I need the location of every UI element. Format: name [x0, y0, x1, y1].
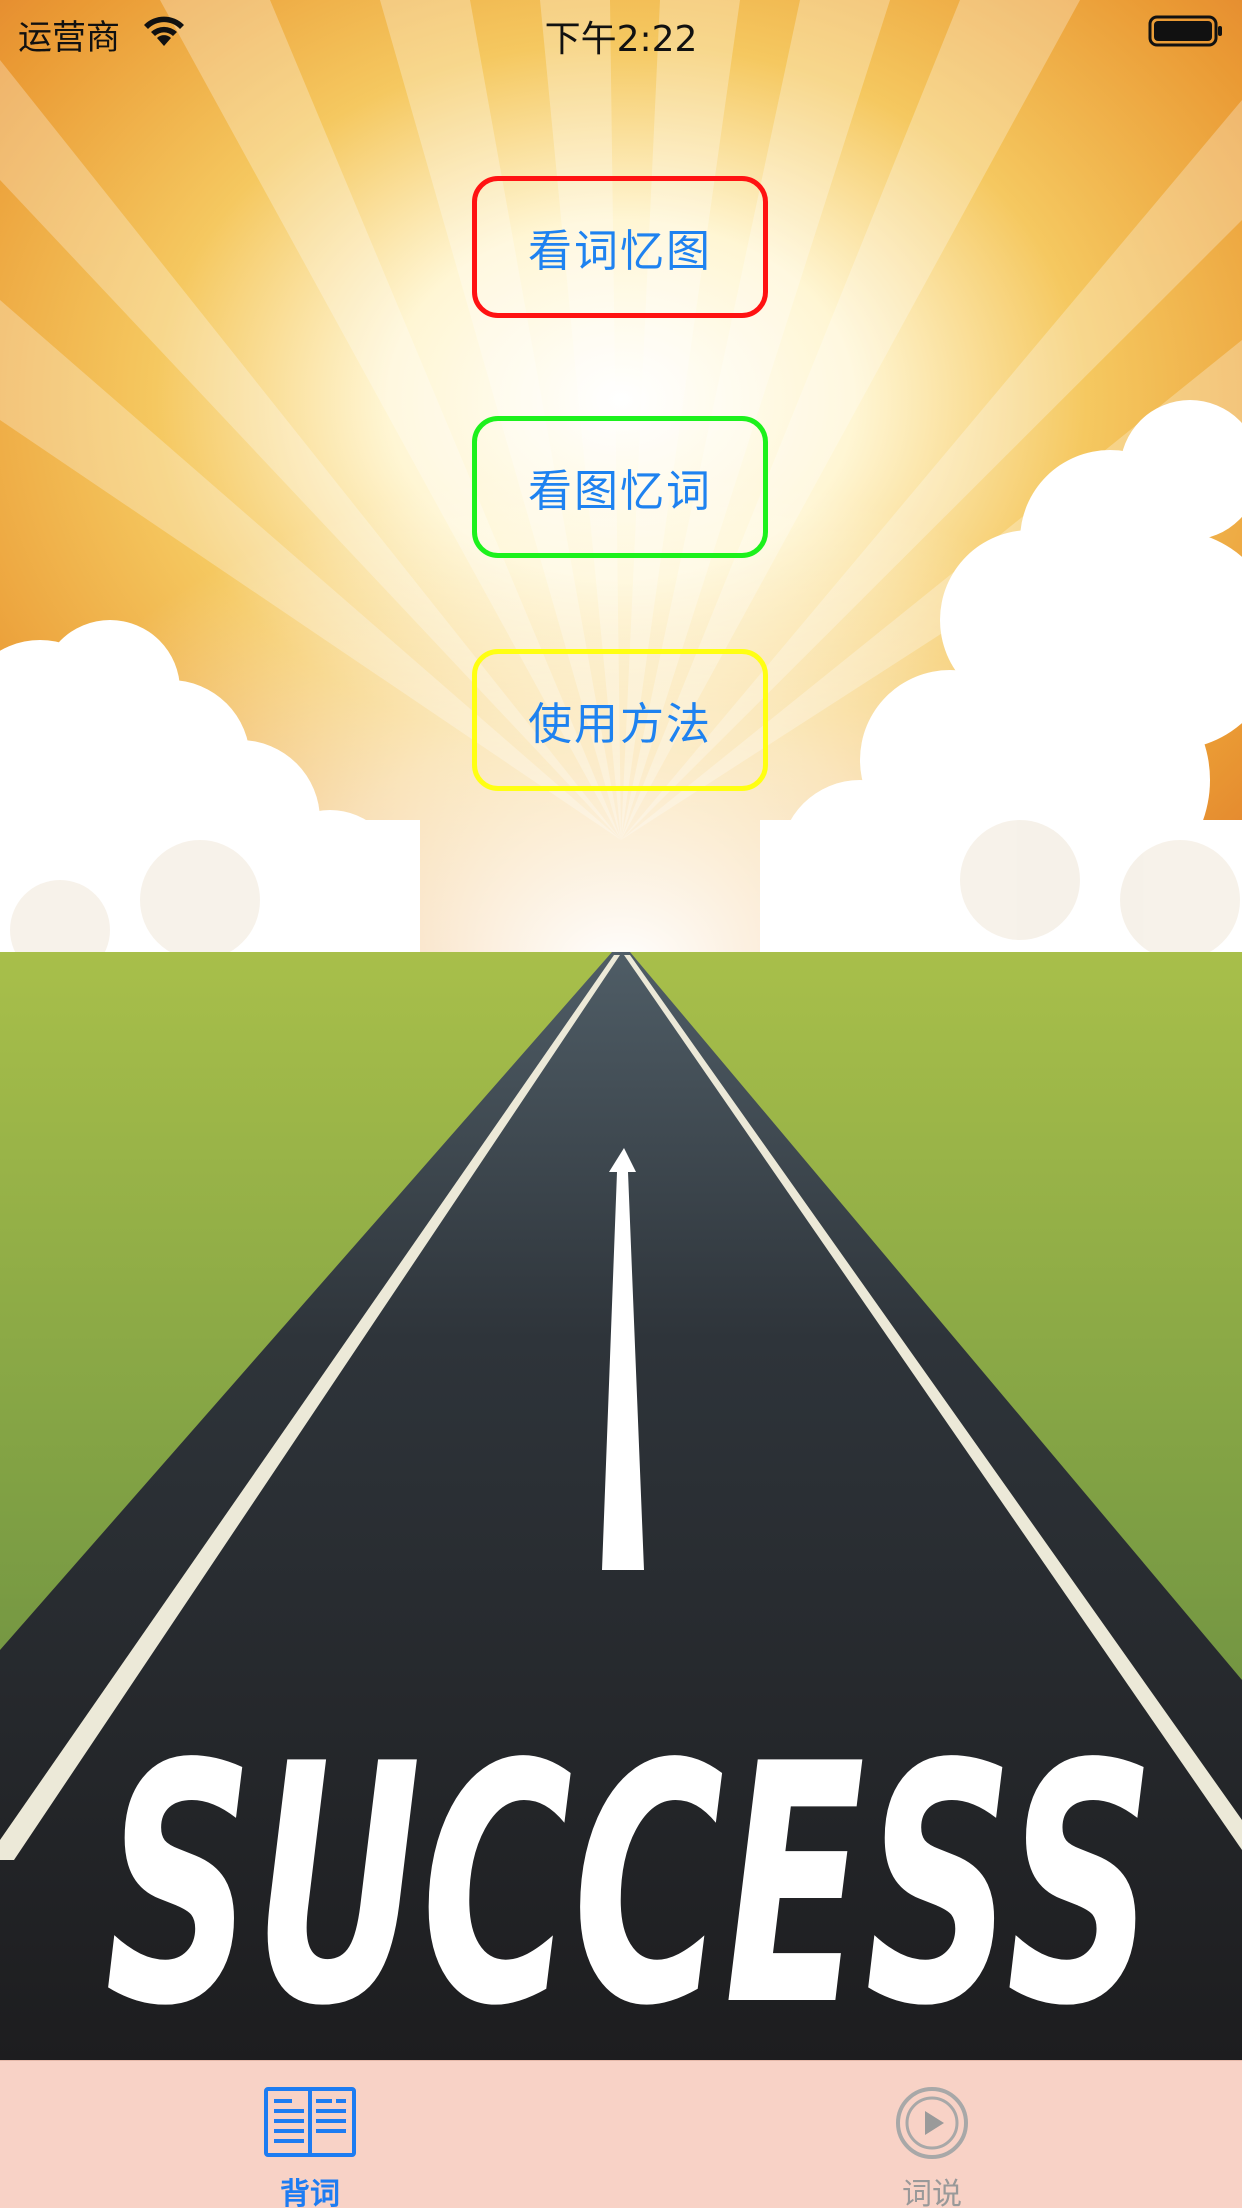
status-time: 下午2:22	[544, 19, 698, 60]
battery-icon	[1148, 15, 1222, 47]
tab-label: 词说	[902, 2177, 962, 2208]
success-road-text: SUCCESS	[105, 1694, 1155, 2060]
app-screen: SUCCESS 运营商 下午2:22 看词忆图 看图忆词 使用方法 背词 词说	[0, 0, 1242, 2208]
tab-bar: 背词 词说	[0, 2060, 1242, 2208]
view-word-recall-image-button[interactable]: 看词忆图	[472, 176, 768, 318]
play-circle-icon	[896, 2087, 968, 2159]
tab-label: 背词	[280, 2177, 340, 2208]
view-image-recall-word-button[interactable]: 看图忆词	[472, 416, 768, 558]
tab-word-talk[interactable]: 词说	[782, 2061, 1082, 2208]
book-icon	[264, 2087, 356, 2157]
status-bar: 运营商 下午2:22	[0, 0, 1242, 62]
tab-memorize-words[interactable]: 背词	[160, 2061, 460, 2208]
usage-instructions-button[interactable]: 使用方法	[472, 649, 768, 791]
